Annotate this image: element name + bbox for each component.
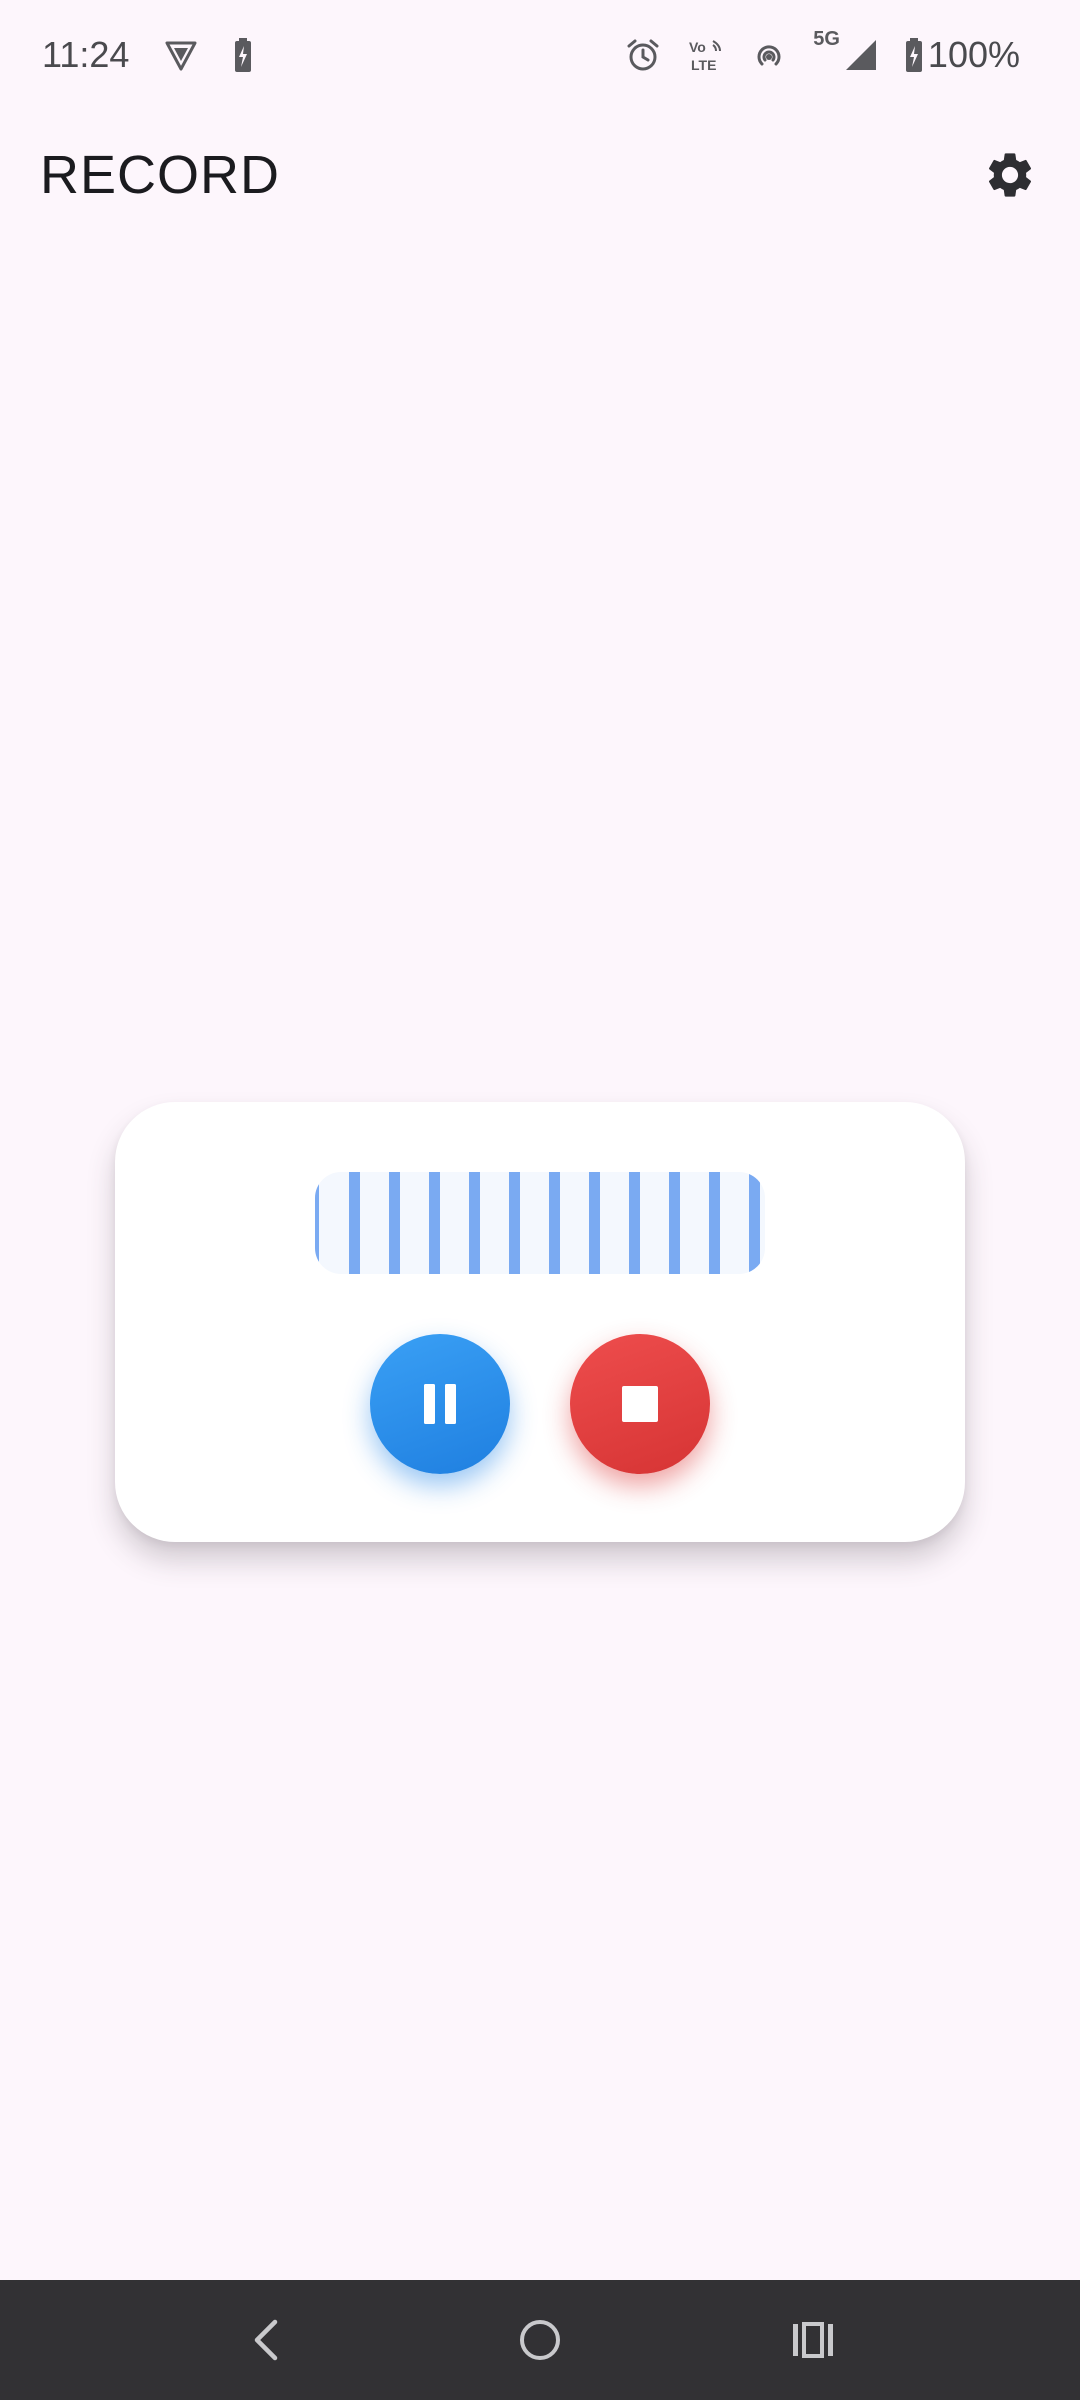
status-right: Vo LTE 5G 100% [599, 28, 1020, 76]
waveform-bar [629, 1172, 640, 1274]
alarm-icon [627, 39, 659, 71]
waveform-bar [509, 1172, 520, 1274]
waveform-bar [429, 1172, 440, 1274]
waveform-bar [589, 1172, 600, 1274]
volte-top-text: Vo [689, 39, 706, 55]
gear-icon [988, 153, 1032, 197]
volte-bottom-text: LTE [691, 57, 716, 73]
signal-icon [845, 40, 876, 70]
recents-button[interactable] [768, 2295, 858, 2385]
waveform-bar [669, 1172, 680, 1274]
pause-icon [424, 1384, 456, 1424]
stop-icon [622, 1386, 658, 1422]
battery-icon [905, 38, 922, 72]
screen: 11:24 Vo LTE 5G 100% RECORD [0, 0, 1080, 2400]
waveform-bar-edge [315, 1172, 319, 1274]
home-button[interactable] [495, 2295, 585, 2385]
back-icon [254, 2319, 277, 2361]
volte-icon: Vo LTE [689, 39, 722, 73]
status-bar: 11:24 Vo LTE 5G 100% [0, 0, 1080, 110]
settings-button[interactable] [970, 135, 1050, 215]
status-left: 11:24 [42, 34, 287, 76]
recorder-card [115, 1102, 965, 1542]
stop-button[interactable] [570, 1334, 710, 1474]
waveform-bar [349, 1172, 360, 1274]
waveform-bar [549, 1172, 560, 1274]
waveform-bar [709, 1172, 720, 1274]
recents-icon [793, 2322, 834, 2358]
pause-button[interactable] [370, 1334, 510, 1474]
home-icon [519, 2320, 560, 2360]
hotspot-icon [757, 45, 781, 66]
battery-saver-icon [235, 38, 252, 72]
waveform-bar [749, 1172, 760, 1274]
waveform-bar [469, 1172, 480, 1274]
battery-percent: 100% [927, 34, 1020, 75]
network-type: 5G [813, 28, 840, 50]
back-button[interactable] [222, 2295, 312, 2385]
app-bar: RECORD [0, 130, 1080, 220]
waveform-visualizer [315, 1172, 765, 1274]
waveform-bar [389, 1172, 400, 1274]
page-title: RECORD [40, 145, 281, 205]
vpn-shield-icon [165, 41, 197, 71]
status-time: 11:24 [42, 34, 130, 75]
system-nav-bar [0, 2280, 1080, 2400]
